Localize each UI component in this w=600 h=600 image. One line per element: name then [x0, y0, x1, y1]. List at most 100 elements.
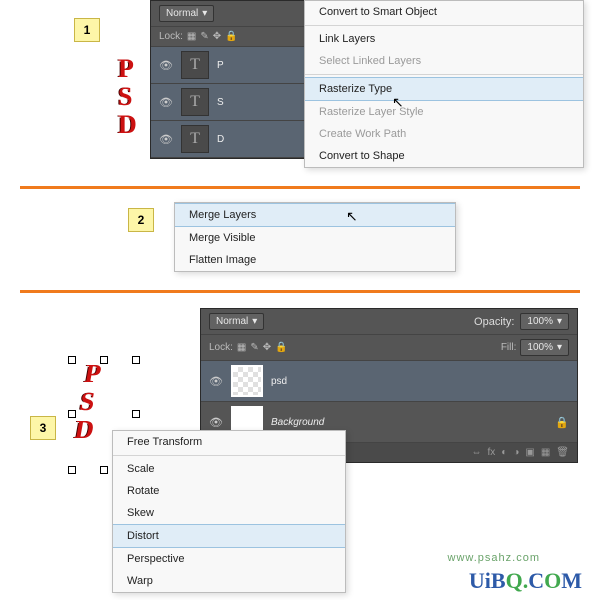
chevron-down-icon: ▾ [202, 8, 207, 19]
chevron-down-icon: ▾ [557, 316, 562, 327]
blend-mode-select[interactable]: Normal ▾ [159, 5, 214, 22]
layer-name: S [217, 97, 224, 108]
link-icon[interactable]: ⇔ [472, 447, 482, 458]
step-3-badge: 3 [30, 416, 56, 440]
trash-icon[interactable]: 🗑 [556, 447, 569, 458]
menu-merge-visible[interactable]: Merge Visible [175, 227, 455, 249]
blend-mode-value: Normal [216, 316, 248, 327]
logo-part: M [561, 568, 582, 593]
context-menu-1: Convert to Smart Object Link Layers Sele… [304, 0, 584, 168]
transform-handle[interactable] [68, 410, 76, 418]
layer-row-d[interactable]: 👁 T D [151, 121, 305, 158]
site-logo: UiBQ.COM [469, 568, 582, 594]
menu-skew[interactable]: Skew [113, 502, 345, 524]
lock-label: Lock: [159, 31, 183, 42]
lock-move-icon[interactable]: ✥ [263, 342, 271, 353]
layer-row-p[interactable]: 👁 T P [151, 47, 305, 84]
blend-mode-select[interactable]: Normal ▾ [209, 313, 264, 330]
fill-label: Fill: [501, 342, 517, 353]
opacity-value: 100% [527, 316, 553, 327]
lock-all-icon[interactable]: 🔒 [275, 342, 287, 353]
visibility-icon[interactable]: 👁 [209, 374, 223, 388]
fill-select[interactable]: 100% ▾ [520, 339, 569, 356]
logo-part: Q. [506, 568, 529, 593]
visibility-icon[interactable]: 👁 [159, 58, 173, 72]
transform-handle[interactable] [68, 356, 76, 364]
text-layer-thumb: T [181, 125, 209, 153]
lock-move-icon[interactable]: ✥ [213, 31, 221, 42]
context-menu-2: Merge Layers Merge Visible Flatten Image [174, 202, 456, 272]
menu-convert-smart-object[interactable]: Convert to Smart Object [305, 1, 583, 23]
lock-transparency-icon[interactable]: ▦ [187, 31, 196, 42]
text-layer-thumb: T [181, 51, 209, 79]
transform-handle[interactable] [132, 356, 140, 364]
layer-name: psd [271, 376, 287, 387]
menu-warp[interactable]: Warp [113, 570, 345, 592]
menu-separator [305, 25, 583, 26]
layer-name: D [217, 134, 224, 145]
menu-flatten-image[interactable]: Flatten Image [175, 249, 455, 271]
menu-create-work-path: Create Work Path [305, 123, 583, 145]
orange-divider-1 [20, 186, 580, 189]
layer-row-s[interactable]: 👁 T S [151, 84, 305, 121]
fill-value: 100% [527, 342, 553, 353]
chevron-down-icon: ▾ [252, 316, 257, 327]
mask-icon[interactable]: ◐ [501, 447, 507, 458]
step-1-badge: 1 [74, 18, 100, 42]
menu-rasterize-type[interactable]: Rasterize Type [305, 77, 583, 101]
lock-icon: 🔒 [555, 416, 569, 429]
adjustment-icon[interactable]: ◑ [513, 447, 519, 458]
menu-link-layers[interactable]: Link Layers [305, 28, 583, 50]
orange-divider-2 [20, 290, 580, 293]
lock-transparency-icon[interactable]: ▦ [237, 342, 246, 353]
lock-brush-icon[interactable]: ✎ [200, 31, 208, 42]
lock-label: Lock: [209, 342, 233, 353]
cursor-icon: ↖ [346, 208, 358, 225]
transform-handle[interactable] [100, 466, 108, 474]
menu-free-transform[interactable]: Free Transform [113, 431, 345, 453]
opacity-select[interactable]: 100% ▾ [520, 313, 569, 330]
opacity-label: Opacity: [474, 316, 514, 328]
visibility-icon[interactable]: 👁 [159, 95, 173, 109]
logo-part: UiB [469, 568, 506, 593]
psd-letter-s: S [118, 83, 137, 111]
new-layer-icon[interactable]: ▦ [541, 447, 550, 458]
lock-all-icon[interactable]: 🔒 [225, 31, 237, 42]
menu-scale[interactable]: Scale [113, 458, 345, 480]
menu-merge-layers[interactable]: Merge Layers [175, 203, 455, 227]
chevron-down-icon: ▾ [557, 342, 562, 353]
layer-row-psd[interactable]: 👁 psd [201, 361, 577, 402]
menu-distort[interactable]: Distort [113, 524, 345, 548]
transform-handle[interactable] [68, 466, 76, 474]
logo-part: C [528, 568, 544, 593]
step-2-badge: 2 [128, 208, 154, 232]
menu-convert-shape[interactable]: Convert to Shape [305, 145, 583, 167]
menu-rasterize-style: Rasterize Layer Style [305, 101, 583, 123]
psd-letter-d: D [118, 111, 137, 139]
lock-brush-icon[interactable]: ✎ [250, 342, 258, 353]
menu-select-linked: Select Linked Layers [305, 50, 583, 72]
menu-perspective[interactable]: Perspective [113, 548, 345, 570]
psd-letter-p: P [118, 55, 137, 83]
context-menu-3: Free Transform Scale Rotate Skew Distort… [112, 430, 346, 593]
lock-row-1: Lock: ▦ ✎ ✥ 🔒 [151, 27, 305, 47]
menu-rotate[interactable]: Rotate [113, 480, 345, 502]
visibility-icon[interactable]: 👁 [159, 132, 173, 146]
transform-handle[interactable] [132, 410, 140, 418]
watermark: www.psahz.com [448, 552, 540, 564]
text-layer-thumb: T [181, 88, 209, 116]
logo-part: O [544, 568, 561, 593]
menu-separator [305, 74, 583, 75]
group-icon[interactable]: ▣ [525, 447, 534, 458]
psd-vertical-text-1: P S D [118, 55, 137, 139]
panel-head-3: Normal ▾ Opacity: 100% ▾ [201, 309, 577, 335]
layer-name: Background [271, 417, 324, 428]
layers-panel-1: Normal ▾ Lock: ▦ ✎ ✥ 🔒 👁 T P 👁 T S 👁 T D [150, 0, 306, 159]
lock-row-3: Lock: ▦ ✎ ✥ 🔒 Fill: 100% ▾ [201, 335, 577, 361]
blend-mode-value: Normal [166, 8, 198, 19]
panel-head-1: Normal ▾ [151, 1, 305, 27]
fx-icon[interactable]: fx [488, 447, 496, 458]
menu-separator [113, 455, 345, 456]
layer-thumb-transparent [231, 365, 263, 397]
visibility-icon[interactable]: 👁 [209, 415, 223, 429]
